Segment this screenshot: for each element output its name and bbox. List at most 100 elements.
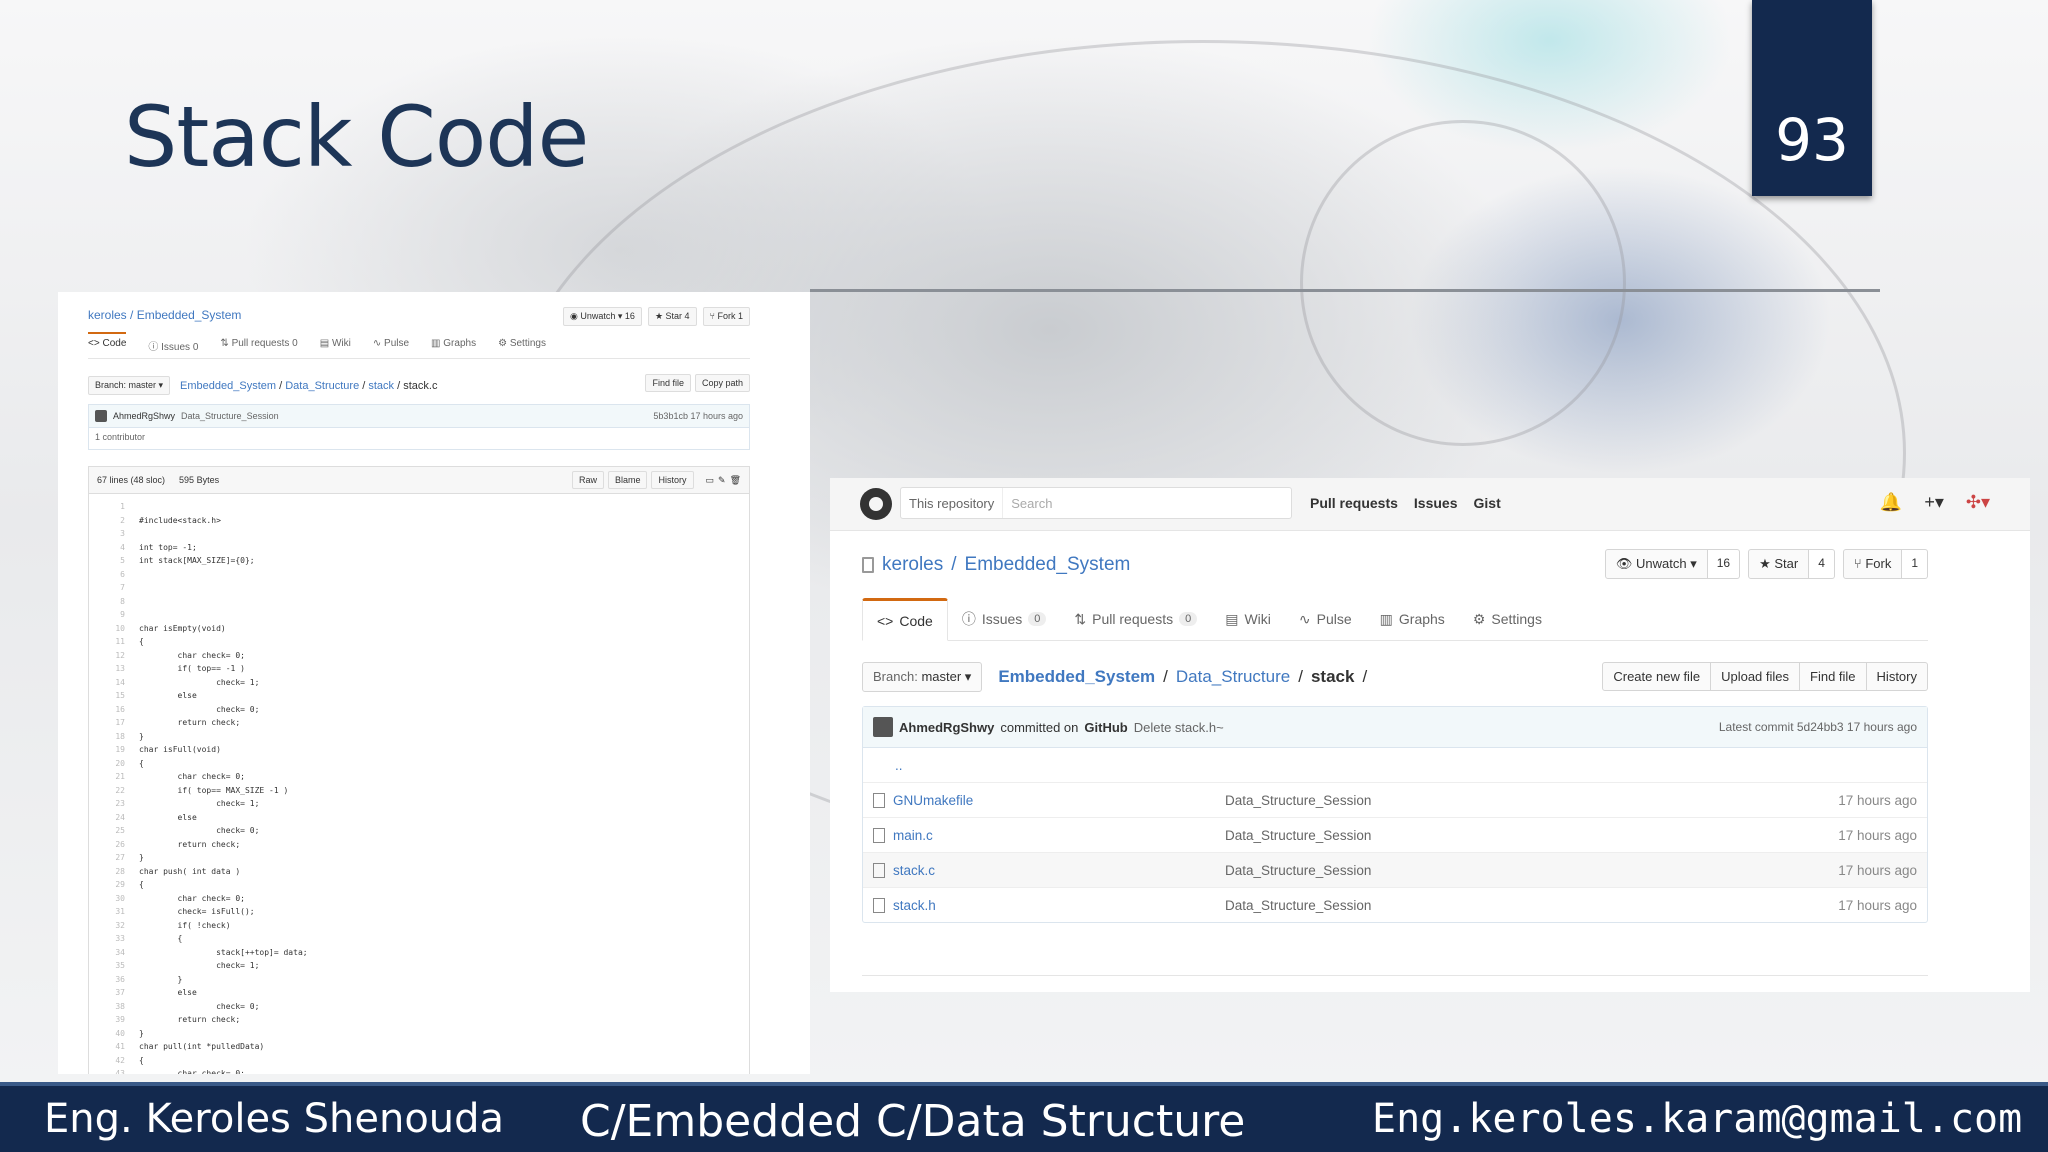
line-number[interactable]: 4 <box>89 541 139 555</box>
breadcrumb-data-structure[interactable]: Data_Structure <box>285 380 359 392</box>
desktop-icon[interactable]: ▭ <box>706 475 715 486</box>
line-number[interactable]: 26 <box>89 838 139 852</box>
line-number[interactable]: 22 <box>89 784 139 798</box>
watch-button[interactable]: ◉ Unwatch ▾ 16 <box>563 307 642 326</box>
line-number[interactable]: 41 <box>89 1040 139 1054</box>
repo-name-link[interactable]: Embedded_System <box>137 308 242 322</box>
breadcrumb-repo[interactable]: Embedded_System <box>998 667 1155 687</box>
breadcrumb-stack[interactable]: stack <box>368 380 394 392</box>
line-number[interactable]: 11 <box>89 635 139 649</box>
line-number[interactable]: 12 <box>89 649 139 663</box>
tab-pulse[interactable]: ∿ Pulse <box>373 338 409 353</box>
breadcrumb-data-structure[interactable]: Data_Structure <box>1176 667 1290 687</box>
list-item[interactable]: stack.h Data_Structure_Session 17 hours … <box>863 887 1927 922</box>
github-logo-icon[interactable] <box>860 488 892 520</box>
fork-button[interactable]: ⑂ Fork <box>1842 549 1903 579</box>
tab-pulse[interactable]: ∿ Pulse <box>1285 598 1366 640</box>
nav-gist[interactable]: Gist <box>1474 495 1501 511</box>
trash-icon[interactable]: 🗑 <box>730 475 741 486</box>
line-number[interactable]: 29 <box>89 878 139 892</box>
find-file-button[interactable]: Find file <box>1800 662 1867 691</box>
watch-count[interactable]: 16 <box>1707 549 1741 579</box>
line-number[interactable]: 17 <box>89 716 139 730</box>
branch-select[interactable]: Branch: master ▾ <box>862 662 983 692</box>
tab-code[interactable]: <> Code <box>88 332 127 353</box>
line-number[interactable]: 16 <box>89 703 139 717</box>
file-commit-message[interactable]: Data_Structure_Session <box>1225 828 1371 843</box>
tab-settings[interactable]: ⚙ Settings <box>498 338 546 353</box>
line-number[interactable]: 31 <box>89 905 139 919</box>
fork-count[interactable]: 1 <box>1902 549 1928 579</box>
line-number[interactable]: 2 <box>89 514 139 528</box>
find-file-button[interactable]: Find file <box>645 374 691 392</box>
parent-dir-row[interactable]: .. <box>863 748 1927 782</box>
line-number[interactable]: 28 <box>89 865 139 879</box>
line-number[interactable]: 30 <box>89 892 139 906</box>
line-number[interactable]: 37 <box>89 986 139 1000</box>
star-count[interactable]: 4 <box>1809 549 1835 579</box>
commit-author[interactable]: AhmedRgShwy <box>113 411 175 421</box>
nav-issues[interactable]: Issues <box>1414 495 1458 511</box>
file-name-link[interactable]: GNUmakefile <box>893 793 1213 808</box>
line-number[interactable]: 32 <box>89 919 139 933</box>
history-button[interactable]: History <box>651 471 694 489</box>
edit-icon[interactable]: ✎ <box>718 475 726 486</box>
repo-owner-link[interactable]: keroles <box>882 554 943 576</box>
list-item[interactable]: main.c Data_Structure_Session 17 hours a… <box>863 817 1927 852</box>
star-button[interactable]: ★ Star <box>1748 549 1810 579</box>
line-number[interactable]: 24 <box>89 811 139 825</box>
plus-icon[interactable]: +▾ <box>1924 492 1944 513</box>
bell-icon[interactable]: 🔔 <box>1880 492 1902 513</box>
repo-owner-link[interactable]: keroles <box>88 308 127 322</box>
search-box[interactable]: This repository Search <box>900 487 1292 519</box>
file-commit-message[interactable]: Data_Structure_Session <box>1225 793 1371 808</box>
avatar[interactable] <box>873 717 893 737</box>
star-button[interactable]: ★ Star 4 <box>647 307 697 326</box>
line-number[interactable]: 8 <box>89 595 139 609</box>
tab-issues[interactable]: ⓘ Issues 0 <box>148 338 198 353</box>
line-number[interactable]: 42 <box>89 1054 139 1068</box>
breadcrumb-repo[interactable]: Embedded_System <box>180 380 276 392</box>
line-number[interactable]: 10 <box>89 622 139 636</box>
copy-path-button[interactable]: Copy path <box>694 374 750 392</box>
tab-settings[interactable]: ⚙ Settings <box>1459 598 1556 640</box>
parent-dir-link[interactable]: .. <box>895 758 903 773</box>
line-number[interactable]: 21 <box>89 770 139 784</box>
search-input[interactable]: Search <box>1003 496 1060 511</box>
line-number[interactable]: 43 <box>89 1067 139 1074</box>
upload-files-button[interactable]: Upload files <box>1711 662 1801 691</box>
tab-pull-requests[interactable]: ⇅ Pull requests 0 <box>1060 598 1211 640</box>
commit-message[interactable]: Data_Structure_Session <box>181 411 279 421</box>
line-number[interactable]: 19 <box>89 743 139 757</box>
contributors[interactable]: 1 contributor <box>89 428 749 446</box>
raw-button[interactable]: Raw <box>571 471 604 489</box>
tab-graphs[interactable]: ▥ Graphs <box>1366 598 1459 640</box>
tab-pull-requests[interactable]: ⇅ Pull requests 0 <box>220 338 297 353</box>
line-number[interactable]: 1 <box>89 500 139 514</box>
line-number[interactable]: 40 <box>89 1027 139 1041</box>
file-commit-message[interactable]: Data_Structure_Session <box>1225 898 1371 913</box>
line-number[interactable]: 18 <box>89 730 139 744</box>
line-number[interactable]: 9 <box>89 608 139 622</box>
line-number[interactable]: 5 <box>89 554 139 568</box>
line-number[interactable]: 35 <box>89 959 139 973</box>
repo-name-link[interactable]: Embedded_System <box>965 554 1131 576</box>
user-avatar-icon[interactable]: ✣▾ <box>1966 492 1990 513</box>
file-name-link[interactable]: main.c <box>893 828 1213 843</box>
line-number[interactable]: 23 <box>89 797 139 811</box>
line-number[interactable]: 36 <box>89 973 139 987</box>
line-number[interactable]: 27 <box>89 851 139 865</box>
tab-graphs[interactable]: ▥ Graphs <box>431 338 476 353</box>
line-number[interactable]: 14 <box>89 676 139 690</box>
file-name-link[interactable]: stack.h <box>893 898 1213 913</box>
line-number[interactable]: 25 <box>89 824 139 838</box>
nav-pull-requests[interactable]: Pull requests <box>1310 495 1398 511</box>
line-number[interactable]: 13 <box>89 662 139 676</box>
commit-author[interactable]: AhmedRgShwy <box>899 720 994 735</box>
line-number[interactable]: 15 <box>89 689 139 703</box>
file-name-link[interactable]: stack.c <box>893 863 1213 878</box>
line-number[interactable]: 39 <box>89 1013 139 1027</box>
line-number[interactable]: 7 <box>89 581 139 595</box>
line-number[interactable]: 33 <box>89 932 139 946</box>
tab-wiki[interactable]: ▤ Wiki <box>1211 598 1285 640</box>
